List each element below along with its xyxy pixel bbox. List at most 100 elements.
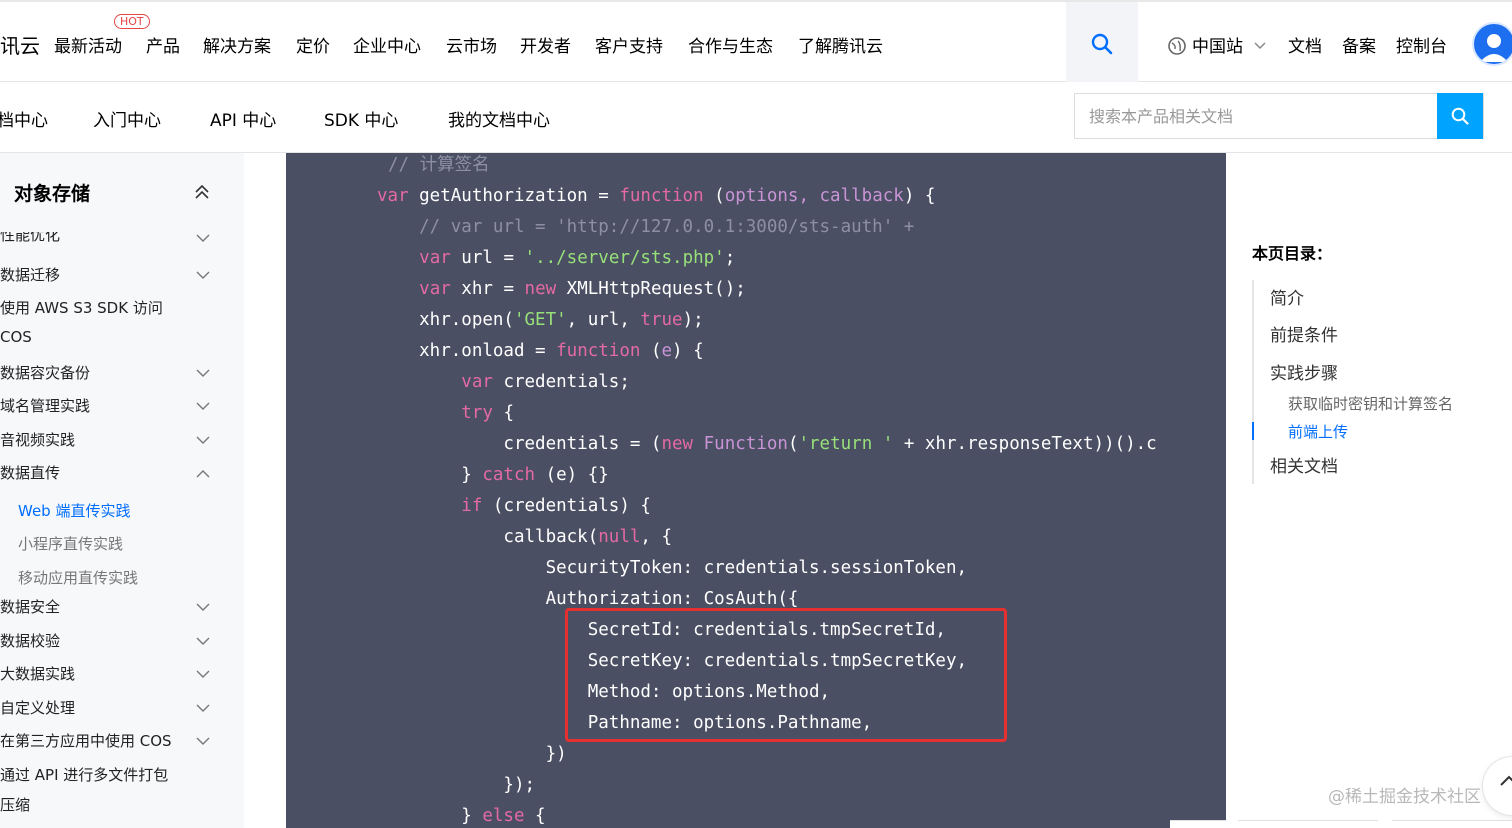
chevron-down-icon[interactable] xyxy=(196,670,210,679)
chevron-down-icon[interactable] xyxy=(196,603,210,612)
site-selector[interactable]: 中国站 xyxy=(1168,32,1266,57)
code-token: xhr.onload = xyxy=(377,341,557,361)
nav-support[interactable]: 客户支持 xyxy=(595,32,663,57)
chevron-down-icon[interactable] xyxy=(196,234,210,243)
bottom-strip xyxy=(1238,820,1378,828)
doc-search xyxy=(1074,93,1484,139)
chevron-down-icon xyxy=(1254,42,1266,50)
sidebar-item[interactable]: Web 端直传实践 xyxy=(18,500,130,521)
sidebar-item[interactable]: 小程序直传实践 xyxy=(18,533,123,554)
code-line: credentials = (new Function('return ' + … xyxy=(377,429,1156,460)
globe-icon xyxy=(1168,37,1186,55)
tab-doc-center[interactable]: 文档中心 xyxy=(0,106,48,131)
nav-marketplace[interactable]: 云市场 xyxy=(446,32,497,57)
nav-about[interactable]: 了解腾讯云 xyxy=(798,32,883,57)
code-token: { xyxy=(492,403,514,423)
nav-solutions[interactable]: 解决方案 xyxy=(203,32,271,57)
nav-enterprise-center[interactable]: 企业中心 xyxy=(353,32,421,57)
code-token: // var url = 'http://127.0.0.1:3000/sts-… xyxy=(377,217,915,237)
sidebar-item[interactable]: 自定义处理 xyxy=(0,697,75,718)
logo[interactable]: 讯云 xyxy=(0,30,40,59)
search-icon xyxy=(1091,33,1113,55)
chevron-down-icon[interactable] xyxy=(196,704,210,713)
code-token: function xyxy=(556,341,641,361)
sidebar-item[interactable]: 数据校验 xyxy=(0,630,60,651)
code-token: ) { xyxy=(903,186,936,206)
chevron-down-icon[interactable] xyxy=(196,436,210,445)
chevron-down-icon[interactable] xyxy=(196,271,210,280)
sidebar-item[interactable]: 通过 API 进行多文件打包 xyxy=(0,764,168,785)
link-console[interactable]: 控制台 xyxy=(1396,32,1447,57)
sidebar-item[interactable]: 数据容灾备份 xyxy=(0,362,90,383)
global-search-button[interactable] xyxy=(1066,2,1138,82)
code-token: , url, xyxy=(566,310,641,330)
tab-api-center[interactable]: API 中心 xyxy=(210,106,276,131)
toc: 本页目录： xyxy=(1252,240,1332,264)
code-line: xhr.open('GET', url, true); xyxy=(377,305,704,336)
bottom-strip xyxy=(1392,820,1512,828)
code-token: } xyxy=(377,465,483,485)
sidebar-item[interactable]: 数据迁移 xyxy=(0,264,60,285)
nav-developers[interactable]: 开发者 xyxy=(520,32,571,57)
tab-sdk-center[interactable]: SDK 中心 xyxy=(324,106,398,131)
sidebar: 对象存储 xyxy=(0,153,244,828)
chevron-down-icon[interactable] xyxy=(196,737,210,746)
sidebar-item[interactable]: 数据安全 xyxy=(0,596,60,617)
code-token: else xyxy=(482,806,525,826)
sidebar-item[interactable]: 域名管理实践 xyxy=(0,395,90,416)
code-line: xhr.onload = function (e) { xyxy=(377,336,704,367)
link-docs[interactable]: 文档 xyxy=(1288,32,1322,57)
sidebar-item[interactable]: COS xyxy=(0,328,32,346)
toc-item[interactable]: 简介 xyxy=(1270,284,1304,309)
nav-latest-activities[interactable]: 最新活动 xyxy=(54,32,122,57)
toc-active-marker xyxy=(1252,422,1254,440)
code-line: // 计算签名 xyxy=(388,153,490,181)
sidebar-item[interactable]: 大数据实践 xyxy=(0,663,75,684)
code-token: // 计算签名 xyxy=(388,155,490,175)
sidebar-item[interactable]: 性能优化 xyxy=(0,232,60,243)
toc-item[interactable]: 获取临时密钥和计算签名 xyxy=(1288,393,1453,414)
toc-item[interactable]: 前端上传 xyxy=(1288,421,1348,442)
nav-partners[interactable]: 合作与生态 xyxy=(688,32,773,57)
toc-item[interactable]: 前提条件 xyxy=(1270,321,1338,346)
sidebar-item[interactable]: 在第三方应用中使用 COS xyxy=(0,730,172,751)
toc-item[interactable]: 相关文档 xyxy=(1270,452,1338,477)
chevron-up-icon[interactable] xyxy=(196,469,210,478)
sidebar-item[interactable]: 压缩 xyxy=(0,794,30,815)
toc-rail xyxy=(1252,280,1254,484)
code-line: // var url = 'http://127.0.0.1:3000/sts-… xyxy=(377,212,914,243)
code-line: if (credentials) { xyxy=(377,491,651,522)
chevron-down-icon[interactable] xyxy=(196,637,210,646)
code-token: }) xyxy=(377,744,567,764)
chevron-up-icon xyxy=(1500,775,1512,786)
code-token: Authorization: CosAuth({ xyxy=(377,589,799,609)
code-token: } xyxy=(377,806,483,826)
tab-my-docs[interactable]: 我的文档中心 xyxy=(448,106,550,131)
doc-search-input[interactable] xyxy=(1075,94,1437,138)
chevron-down-icon[interactable] xyxy=(196,402,210,411)
code-token: credentials; xyxy=(492,372,630,392)
nav-pricing[interactable]: 定价 xyxy=(296,32,330,57)
code-block: // 计算签名 var getAuthorization = function (… xyxy=(286,153,1226,828)
sidebar-item[interactable]: 使用 AWS S3 SDK 访问 xyxy=(0,297,163,318)
collapse-icon[interactable] xyxy=(194,185,210,199)
tab-getting-started[interactable]: 入门中心 xyxy=(93,106,161,131)
avatar[interactable] xyxy=(1472,22,1512,66)
link-icp[interactable]: 备案 xyxy=(1342,32,1376,57)
toc-item[interactable]: 实践步骤 xyxy=(1270,359,1338,384)
back-to-top-button[interactable] xyxy=(1482,756,1512,816)
doc-search-button[interactable] xyxy=(1437,93,1483,139)
code-line: var credentials; xyxy=(377,367,630,398)
nav-products[interactable]: 产品 xyxy=(146,32,180,57)
sidebar-item[interactable]: 移动应用直传实践 xyxy=(18,567,138,588)
bottom-strip xyxy=(1170,820,1226,828)
code-token: var xyxy=(419,248,451,268)
sidebar-item[interactable]: 数据直传 xyxy=(0,462,60,483)
sidebar-item[interactable]: 音视频实践 xyxy=(0,429,75,450)
chevron-down-icon[interactable] xyxy=(196,369,210,378)
code-token: XMLHttpRequest(); xyxy=(556,279,746,299)
